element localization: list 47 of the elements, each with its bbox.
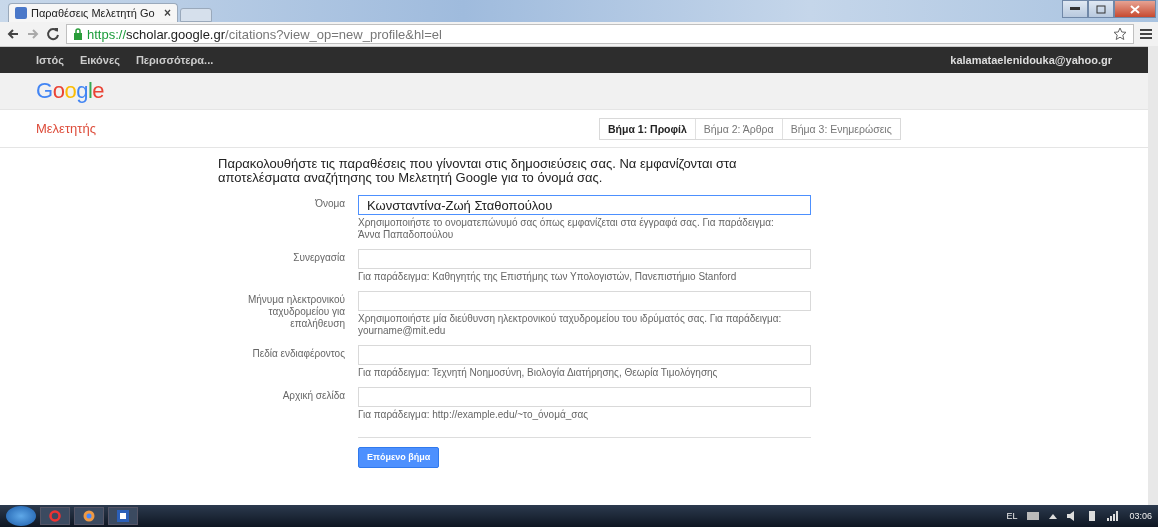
clock[interactable]: 03:06: [1129, 511, 1152, 521]
star-icon[interactable]: [1113, 27, 1127, 41]
browser-tab[interactable]: Παραθέσεις Μελετητή Go ×: [8, 3, 178, 22]
start-button[interactable]: [6, 506, 36, 526]
text-field[interactable]: Κωνσταντίνα-Ζωή Σταθοπούλου: [358, 195, 811, 215]
language-indicator[interactable]: EL: [1006, 511, 1018, 521]
field-hint: Για παράδειγμα: Τεχνητή Νοημοσύνη, Βιολογία Διατήρησης, Θεωρία Τιμολόγησης: [358, 367, 719, 379]
field-label: Συνεργασία: [292, 251, 345, 265]
close-button[interactable]: [1114, 0, 1156, 18]
browser-icon: [83, 510, 95, 522]
minimize-icon: [1070, 7, 1080, 11]
text-field[interactable]: [358, 387, 811, 407]
text-field[interactable]: [358, 345, 811, 365]
close-icon: [1130, 4, 1140, 14]
tab-title: Παραθέσεις Μελετητή Go: [31, 7, 156, 19]
signal-icon[interactable]: [1107, 511, 1120, 521]
scholar-title[interactable]: Μελετητής: [36, 121, 599, 136]
nav-link[interactable]: Ιστός: [36, 54, 64, 66]
taskbar-app-icon[interactable]: [108, 507, 138, 525]
nav-link[interactable]: Εικόνες: [79, 54, 120, 66]
address-bar[interactable]: https://scholar.google.gr/citations?view_op=new_profile&hl=el: [66, 24, 1134, 44]
taskbar-app-icon[interactable]: [74, 507, 104, 525]
intro-text: Παρακολουθήστε τις παραθέσεις που γίνονται στις δημοσιεύσεις σας. Να εμφανίζονται στα αποτελέσματα αναζήτησης του Μελετητή Google για το όνομά σας.: [218, 157, 738, 185]
maximize-icon: [1096, 4, 1106, 14]
ring-icon: [49, 510, 61, 522]
scholar-icon: [15, 7, 27, 19]
document-icon: [117, 510, 129, 522]
text-field[interactable]: [358, 291, 811, 311]
lock-icon: [73, 28, 83, 40]
close-tab-button[interactable]: ×: [164, 6, 171, 20]
caret-icon[interactable]: [1049, 513, 1058, 519]
field-hint: Χρησιμοποιήστε το ονοματεπώνυμό σας όπως εμφανίζεται στα έγγραφά σας. Για παράδειγμα: Άννα Παπαδοπούλου: [358, 217, 775, 241]
menu-icon[interactable]: [1140, 28, 1152, 40]
field-label: Μήνυμα ηλεκτρονικού ταχυδρομείου για επαλήθευση: [246, 293, 345, 331]
reload-icon[interactable]: [46, 27, 60, 41]
text-field[interactable]: [358, 249, 811, 269]
account-email[interactable]: kalamataelenidouka@yahoo.gr: [950, 54, 1112, 66]
field-hint: Για παράδειγμα: http://example.edu/~το_όνομά_σας: [358, 409, 590, 421]
field-hint: Χρησιμοποιήστε μία διεύθυνση ηλεκτρονικού ταχυδρομείου του ιδρύματός σας. Για παράδειγμα: yourname@mit.edu: [358, 313, 783, 337]
field-label: Όνομα: [314, 197, 345, 211]
back-icon[interactable]: [6, 27, 20, 41]
field-label: Αρχική σελίδα: [281, 389, 345, 403]
minimize-button[interactable]: [1062, 0, 1088, 18]
field-label: Πεδία ενδιαφέροντος: [251, 347, 345, 361]
google-logo[interactable]: Google: [36, 78, 104, 104]
field-hint: Για παράδειγμα: Καθηγητής της Επιστήμης των Υπολογιστών, Πανεπιστήμιο Stanford: [358, 271, 738, 283]
nav-link[interactable]: Περισσότερα...: [135, 54, 214, 66]
